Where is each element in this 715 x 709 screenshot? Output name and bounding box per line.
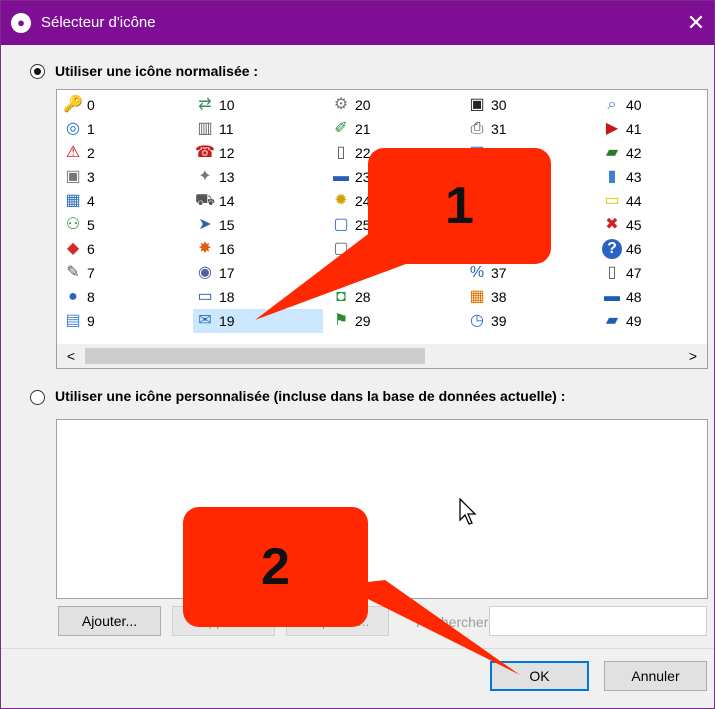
callout-1: 1 (368, 148, 551, 264)
callout-2: 2 (183, 507, 368, 627)
mouse-pointer-icon (459, 498, 477, 525)
